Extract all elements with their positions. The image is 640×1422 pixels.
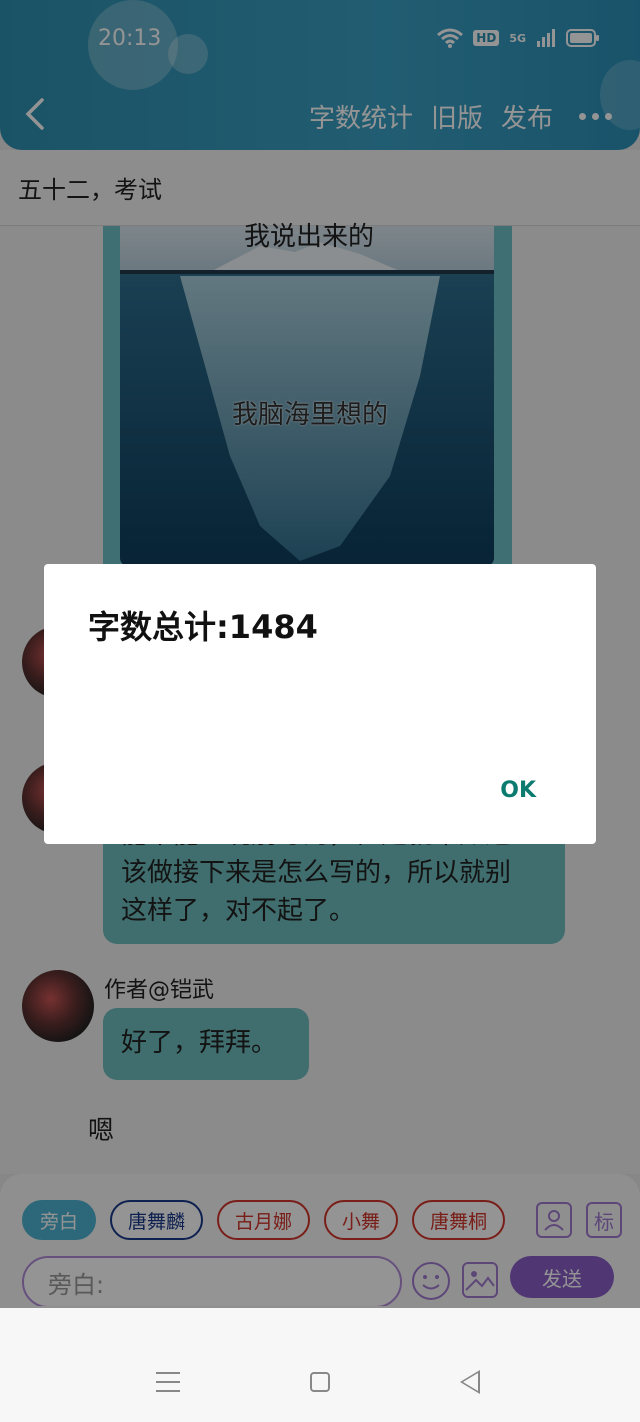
dialog-message: 字数总计:1484 <box>88 608 318 646</box>
menu-icon[interactable] <box>156 1372 180 1399</box>
ok-button[interactable]: OK <box>500 778 536 803</box>
word-count-dialog: 字数总计:1484 OK <box>44 564 596 844</box>
system-nav-bar <box>0 1306 640 1422</box>
back-triangle-icon[interactable] <box>460 1370 480 1394</box>
home-icon[interactable] <box>310 1372 330 1392</box>
